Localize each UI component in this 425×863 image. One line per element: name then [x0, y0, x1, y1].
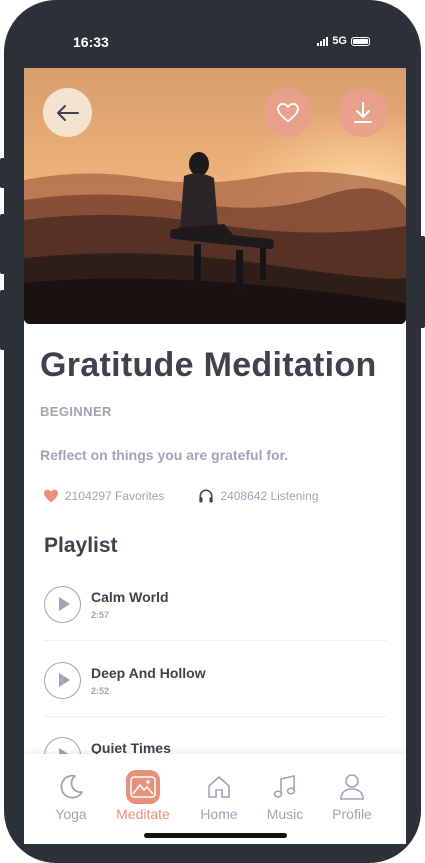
playlist-track[interactable]: Deep And Hollow 2:52 [44, 662, 387, 724]
track-duration: 2:52 [91, 686, 110, 696]
heart-filled-icon [44, 489, 58, 503]
track-name: Deep And Hollow [91, 665, 206, 681]
music-note-icon [268, 770, 302, 804]
nav-item-music[interactable]: Music [255, 754, 315, 826]
mountain-icon [126, 770, 160, 804]
description: Reflect on things you are grateful for. [40, 447, 289, 463]
track-name: Calm World [91, 589, 169, 605]
stats-row: 2104297 Favorites 2408642 Listening [43, 489, 319, 503]
favorites-count: 2104297 Favorites [65, 489, 165, 503]
phone-device: 16:33 5G Gratitude Meditation BEGINNER R… [0, 0, 425, 863]
nav-label: Yoga [55, 806, 87, 822]
app-screen: Gratitude Meditation BEGINNER Reflect on… [24, 68, 406, 844]
playlist-heading: Playlist [44, 534, 118, 557]
home-icon [202, 770, 236, 804]
arrow-left-icon [56, 104, 79, 121]
nav-item-meditate[interactable]: Meditate [113, 754, 173, 826]
listening-stat: 2408642 Listening [198, 489, 319, 503]
signal-icon [317, 36, 329, 46]
status-indicators: 5G [317, 35, 370, 47]
favorite-button[interactable] [263, 88, 312, 137]
page-title: Gratitude Meditation [40, 346, 377, 384]
status-time: 16:33 [73, 34, 109, 50]
nav-item-home[interactable]: Home [189, 754, 249, 826]
level-label: BEGINNER [40, 404, 112, 419]
battery-icon [351, 36, 370, 46]
nav-label: Profile [332, 806, 372, 822]
person-icon [335, 770, 369, 804]
divider [44, 716, 387, 717]
download-button[interactable] [338, 88, 387, 137]
nav-item-yoga[interactable]: Yoga [41, 754, 101, 826]
play-icon[interactable] [44, 586, 81, 623]
playlist-track[interactable]: Calm World 2:57 [44, 586, 387, 648]
download-icon [353, 101, 372, 123]
heart-icon [276, 102, 299, 122]
divider [44, 640, 387, 641]
play-icon[interactable] [44, 662, 81, 699]
listening-count: 2408642 Listening [220, 489, 319, 503]
nav-item-profile[interactable]: Profile [322, 754, 382, 826]
headphones-icon [199, 489, 214, 503]
moon-icon [54, 770, 88, 804]
favorites-stat: 2104297 Favorites [43, 489, 164, 503]
bottom-nav: Yoga Meditate Home Music Profile [24, 754, 406, 844]
back-button[interactable] [43, 88, 92, 137]
home-indicator[interactable] [144, 833, 287, 838]
network-label: 5G [332, 35, 347, 47]
track-duration: 2:57 [91, 610, 110, 620]
status-bar: 16:33 5G [24, 28, 406, 58]
nav-label: Meditate [116, 806, 170, 822]
